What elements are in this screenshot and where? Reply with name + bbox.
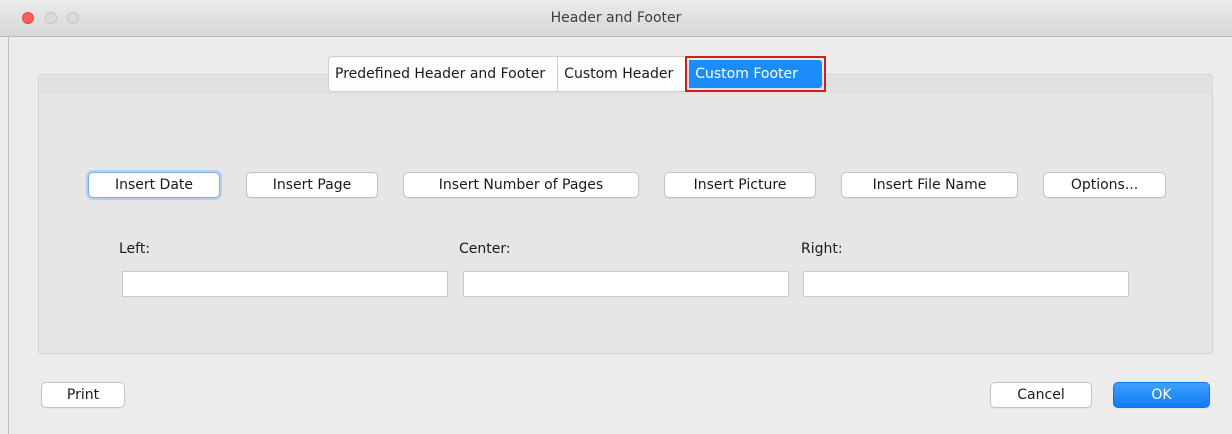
right-section-input[interactable] <box>803 271 1129 297</box>
tab-label: Custom Footer <box>695 66 798 82</box>
right-label: Right: <box>801 241 843 257</box>
print-button[interactable]: Print <box>41 382 125 408</box>
insert-number-of-pages-button[interactable]: Insert Number of Pages <box>403 172 639 198</box>
insert-file-name-button[interactable]: Insert File Name <box>841 172 1018 198</box>
tab-label: Custom Header <box>564 66 674 82</box>
tab-predefined-header-footer[interactable]: Predefined Header and Footer <box>328 56 558 92</box>
insert-picture-button[interactable]: Insert Picture <box>664 172 816 198</box>
left-label: Left: <box>119 241 151 257</box>
center-label: Center: <box>459 241 511 257</box>
tab-custom-footer[interactable]: Custom Footer <box>689 60 822 88</box>
center-section-input[interactable] <box>463 271 789 297</box>
tab-highlight-box: Custom Footer <box>685 56 826 92</box>
insert-page-button[interactable]: Insert Page <box>246 172 378 198</box>
window-title: Header and Footer <box>550 10 682 26</box>
tab-label: Predefined Header and Footer <box>335 66 546 82</box>
options-button[interactable]: Options... <box>1043 172 1166 198</box>
left-section-input[interactable] <box>122 271 448 297</box>
tab-custom-header[interactable]: Custom Header <box>557 56 686 92</box>
ok-button[interactable]: OK <box>1113 382 1210 408</box>
insert-date-button[interactable]: Insert Date <box>88 172 220 198</box>
tab-content-panel <box>38 74 1213 354</box>
tab-bar: Predefined Header and Footer Custom Head… <box>328 56 826 92</box>
window-edge <box>8 37 9 434</box>
cancel-button[interactable]: Cancel <box>990 382 1092 408</box>
title-bar: Header and Footer <box>0 0 1232 37</box>
